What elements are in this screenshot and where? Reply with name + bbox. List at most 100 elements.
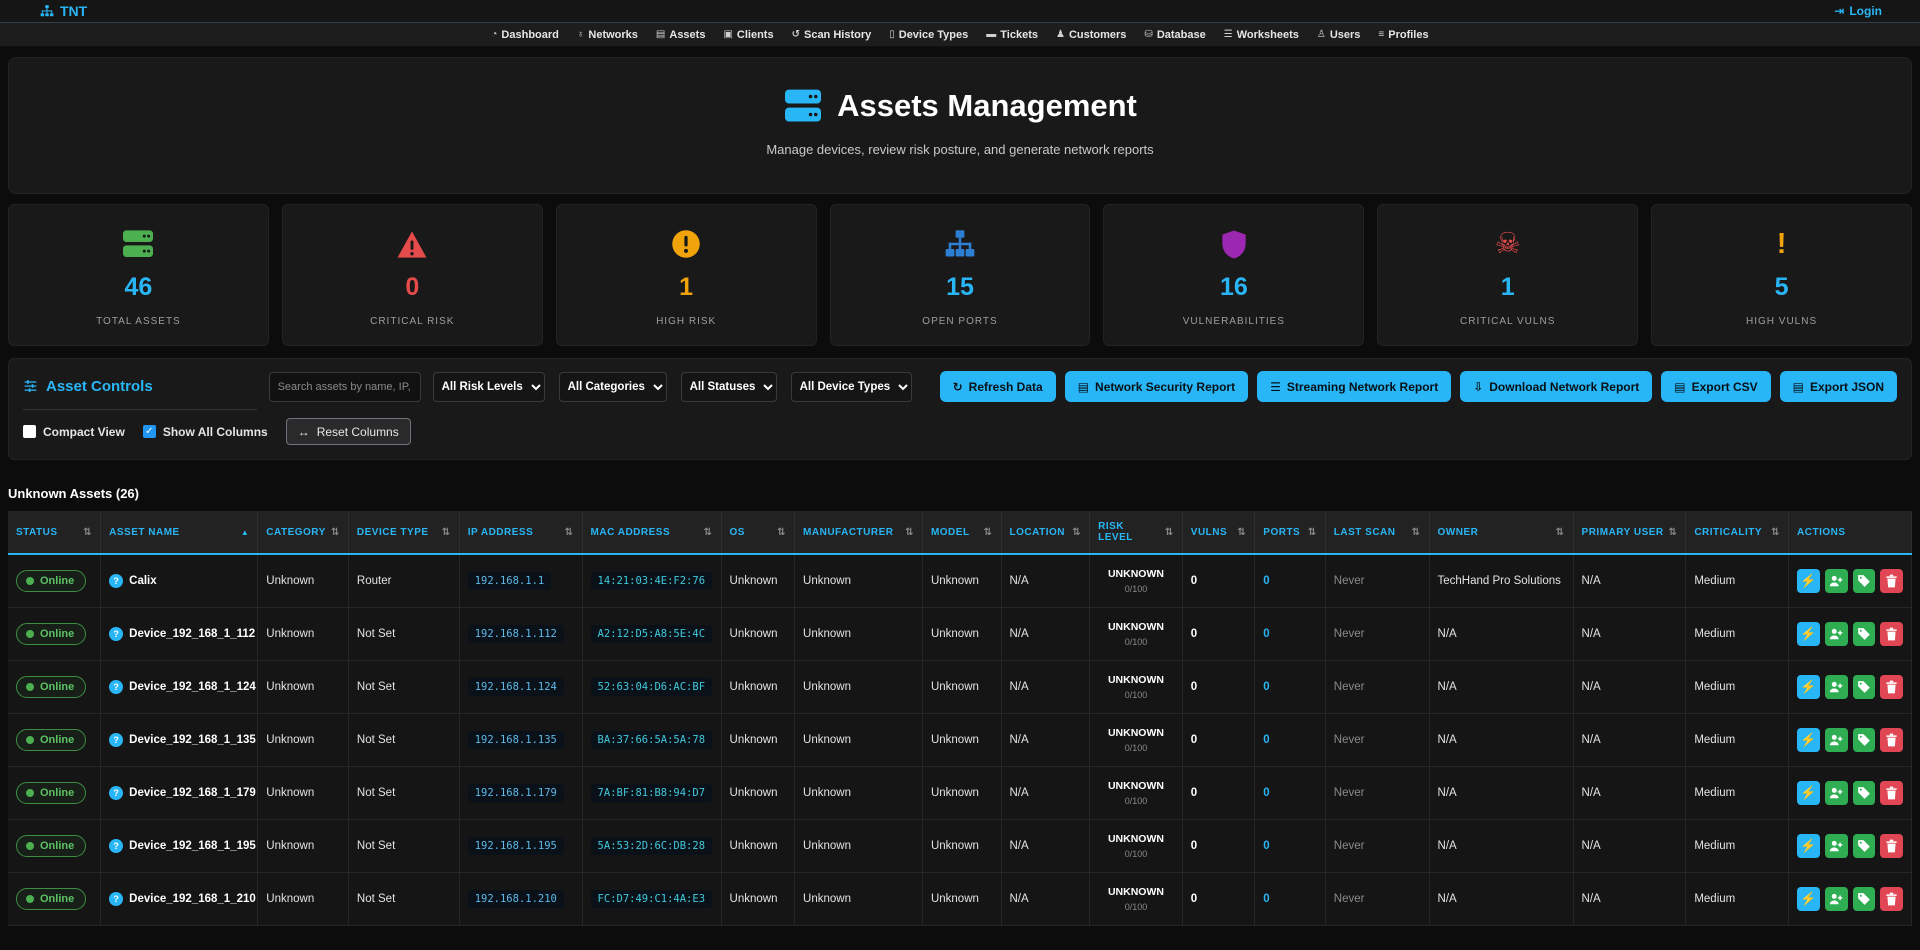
delete-button[interactable] (1880, 569, 1903, 593)
nav-item-worksheets[interactable]: ☰Worksheets (1224, 29, 1299, 41)
mac-cell: A2:12:D5:A8:5E:4C (582, 607, 721, 660)
scan-button[interactable]: ⚡ (1797, 675, 1820, 699)
warning-triangle-icon (289, 227, 536, 261)
search-input[interactable] (269, 372, 421, 402)
bolt-icon: ⚡ (1800, 626, 1816, 642)
tags-button[interactable] (1853, 834, 1876, 858)
col-header-os[interactable]: OS⇅ (721, 511, 795, 554)
col-header-manufacturer[interactable]: MANUFACTURER⇅ (795, 511, 923, 554)
col-header-device-type[interactable]: DEVICE TYPE⇅ (348, 511, 459, 554)
show-all-columns-checkbox[interactable]: ✓ Show All Columns (143, 425, 268, 439)
network-security-report-button[interactable]: ▤Network Security Report (1065, 371, 1248, 402)
tags-button[interactable] (1853, 622, 1876, 646)
tags-button[interactable] (1853, 781, 1876, 805)
nav-item-users[interactable]: ♙Users (1317, 29, 1361, 41)
tags-button[interactable] (1853, 728, 1876, 752)
tags-button[interactable] (1853, 569, 1876, 593)
checkbox-icon: ✓ (143, 425, 156, 438)
nav-item-scan-history[interactable]: ↺Scan History (792, 29, 872, 41)
question-icon[interactable]: ? (109, 680, 123, 694)
nav-item-dashboard[interactable]: ◔Dashboard (491, 29, 559, 41)
question-icon[interactable]: ? (109, 733, 123, 747)
tags-button[interactable] (1853, 887, 1876, 911)
worksheets-icon: ☰ (1224, 29, 1233, 40)
nav-item-clients[interactable]: ▣Clients (723, 29, 773, 41)
delete-button[interactable] (1880, 887, 1903, 911)
download-network-report-button[interactable]: ⇩Download Network Report (1460, 371, 1652, 402)
nav-item-profiles[interactable]: ≡Profiles (1378, 29, 1428, 41)
scan-button[interactable]: ⚡ (1797, 728, 1820, 752)
col-header-category[interactable]: CATEGORY⇅ (258, 511, 349, 554)
stat-value: 1 (563, 273, 810, 302)
assign-user-button[interactable] (1825, 887, 1848, 911)
tags-button[interactable] (1853, 675, 1876, 699)
col-header-asset-name[interactable]: ASSET NAME▲ (101, 511, 258, 554)
question-icon[interactable]: ? (109, 574, 123, 588)
brand-logo[interactable]: TNT (40, 3, 87, 19)
assign-user-button[interactable] (1825, 622, 1848, 646)
question-icon[interactable]: ? (109, 627, 123, 641)
owner-cell: N/A (1429, 819, 1573, 872)
col-header-ip-address[interactable]: IP ADDRESS⇅ (459, 511, 582, 554)
col-header-ports[interactable]: PORTS⇅ (1255, 511, 1326, 554)
export-csv-button[interactable]: ▤Export CSV (1661, 371, 1770, 402)
ip-cell: 192.168.1.1 (459, 554, 582, 607)
col-header-vulns[interactable]: VULNS⇅ (1182, 511, 1255, 554)
filter-select-all-categories[interactable]: All Categories (559, 372, 667, 402)
nav-item-assets[interactable]: ▤Assets (656, 29, 706, 41)
delete-button[interactable] (1880, 834, 1903, 858)
brand-name: TNT (60, 3, 87, 19)
scan-button[interactable]: ⚡ (1797, 834, 1820, 858)
status-badge: Online (16, 623, 86, 645)
nav-item-tickets[interactable]: ▬Tickets (986, 29, 1038, 41)
reset-columns-button[interactable]: ↔ Reset Columns (286, 418, 411, 445)
sort-icon: ⇅ (905, 527, 914, 538)
filter-select-all-statuses[interactable]: All Statuses (681, 372, 777, 402)
stat-label: CRITICAL RISK (289, 316, 536, 327)
filter-select-all-device-types[interactable]: All Device Types (791, 372, 912, 402)
scan-button[interactable]: ⚡ (1797, 887, 1820, 911)
refresh-data-button[interactable]: ↻Refresh Data (940, 371, 1056, 402)
compact-view-checkbox[interactable]: Compact View (23, 425, 125, 439)
streaming-network-report-button[interactable]: ☰Streaming Network Report (1257, 371, 1451, 402)
login-button[interactable]: ⇥ Login (1834, 4, 1882, 18)
nav-item-database[interactable]: ⛁Database (1144, 29, 1205, 41)
col-header-owner[interactable]: OWNER⇅ (1429, 511, 1573, 554)
question-icon[interactable]: ? (109, 892, 123, 906)
col-header-mac-address[interactable]: MAC ADDRESS⇅ (582, 511, 721, 554)
col-header-model[interactable]: MODEL⇅ (922, 511, 1001, 554)
col-header-location[interactable]: LOCATION⇅ (1001, 511, 1090, 554)
scan-button[interactable]: ⚡ (1797, 622, 1820, 646)
assign-user-button[interactable] (1825, 781, 1848, 805)
assign-user-button[interactable] (1825, 569, 1848, 593)
col-header-primary-user[interactable]: PRIMARY USER⇅ (1573, 511, 1686, 554)
nav-item-networks[interactable]: ♁Networks (577, 29, 638, 41)
export-json-button[interactable]: ▤Export JSON (1780, 371, 1897, 402)
delete-button[interactable] (1880, 728, 1903, 752)
filter-select-all-risk-levels[interactable]: All Risk Levels (433, 372, 545, 402)
main-nav: ◔Dashboard ♁Networks ▤Assets ▣Clients ↺Scan … (0, 23, 1920, 47)
col-header-last-scan[interactable]: LAST SCAN⇅ (1325, 511, 1429, 554)
nav-item-device-types[interactable]: ▯Device Types (889, 29, 968, 41)
delete-button[interactable] (1880, 622, 1903, 646)
status-cell: Online (8, 713, 101, 766)
col-header-status[interactable]: STATUS⇅ (8, 511, 101, 554)
assign-user-button[interactable] (1825, 675, 1848, 699)
device-type-cell: Not Set (348, 766, 459, 819)
col-header-risk-level[interactable]: RISK LEVEL⇅ (1090, 511, 1183, 554)
primary-user-cell: N/A (1573, 713, 1686, 766)
col-header-criticality[interactable]: CRITICALITY⇅ (1686, 511, 1789, 554)
delete-button[interactable] (1880, 781, 1903, 805)
status-badge: Online (16, 676, 86, 698)
question-icon[interactable]: ? (109, 839, 123, 853)
sort-icon: ⇅ (1308, 527, 1317, 538)
delete-button[interactable] (1880, 675, 1903, 699)
nav-item-customers[interactable]: ♟Customers (1056, 29, 1126, 41)
criticality-cell: Medium (1686, 713, 1789, 766)
trash-icon (1885, 574, 1898, 588)
assign-user-button[interactable] (1825, 728, 1848, 752)
assign-user-button[interactable] (1825, 834, 1848, 858)
scan-button[interactable]: ⚡ (1797, 781, 1820, 805)
question-icon[interactable]: ? (109, 786, 123, 800)
scan-button[interactable]: ⚡ (1797, 569, 1820, 593)
